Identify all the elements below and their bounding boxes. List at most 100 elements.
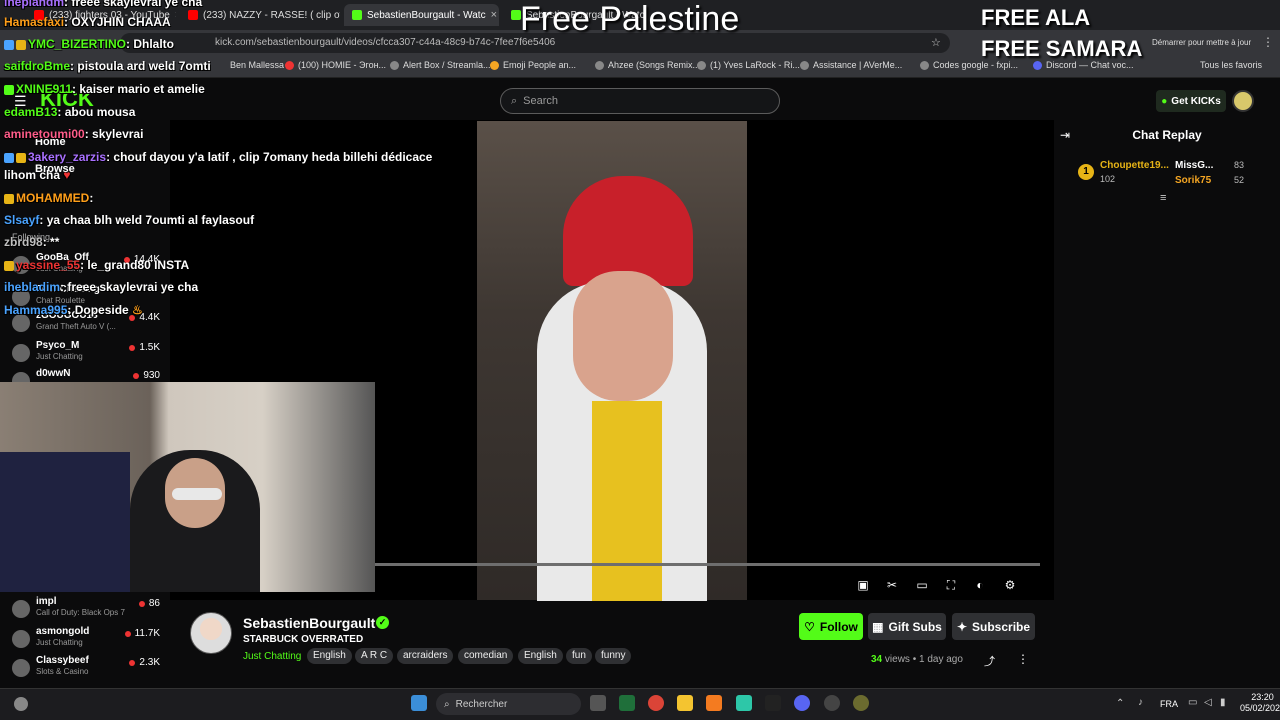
badge-icon: [4, 84, 14, 95]
browser-tab-active[interactable]: SebastienBourgault - Watc ×: [344, 4, 499, 26]
share-icon[interactable]: ⤴: [984, 653, 995, 669]
kick-coin-icon: ●: [1161, 95, 1168, 107]
bookmark[interactable]: (100) HOMIE - Эгон...: [285, 60, 386, 70]
category-link[interactable]: Just Chatting: [243, 651, 301, 662]
tab-label: SebastienBourgault - Watc: [367, 9, 486, 21]
overlay-free-palestine: Free Palestine: [520, 0, 740, 38]
close-icon[interactable]: ×: [175, 9, 176, 21]
chrome-icon[interactable]: [648, 695, 664, 711]
language-indicator[interactable]: FRA: [1160, 699, 1178, 709]
globe-icon: [697, 60, 706, 70]
tag[interactable]: fun: [566, 648, 592, 664]
sidebar-channel[interactable]: Classybeef Slots & Casino 2.3K: [8, 655, 160, 681]
sidebar-channel[interactable]: impl Call of Duty: Black Ops 7 86: [8, 596, 160, 622]
search-icon: ⌕: [511, 94, 518, 107]
windows-start-icon[interactable]: [411, 695, 427, 711]
avatar: [12, 344, 30, 362]
close-icon[interactable]: ×: [491, 9, 497, 21]
badge-icon: [16, 39, 26, 50]
leaderboard-name[interactable]: Choupette19...: [1100, 160, 1169, 171]
network-icon[interactable]: ▭: [1188, 697, 1197, 708]
channel-name: asmongold: [36, 626, 90, 637]
fullscreen-icon[interactable]: ⛶: [944, 578, 958, 592]
globe-icon: [920, 60, 929, 70]
globe-icon: [595, 60, 604, 70]
bookmark[interactable]: Ahzee (Songs Remix...: [595, 60, 700, 70]
emoji-icon: [490, 60, 499, 70]
sidebar-channel[interactable]: Psyco_M Just Chatting 1.5K: [8, 340, 160, 366]
gift-subs-button[interactable]: ▦ Gift Subs: [868, 613, 946, 640]
face: [573, 271, 673, 401]
microphone-icon[interactable]: ♪: [1138, 697, 1143, 708]
clock-time: 23:20: [1251, 692, 1274, 702]
search-placeholder: Search: [523, 95, 559, 107]
app-icon[interactable]: [706, 695, 722, 711]
battery-icon[interactable]: ▮: [1220, 697, 1226, 708]
avatar[interactable]: [190, 612, 232, 654]
expand-icon[interactable]: ≡: [1160, 192, 1166, 204]
tab-label: (233) NAZZY - RASSE! ( clip of...: [203, 9, 340, 21]
tag[interactable]: funny: [595, 648, 632, 664]
avatar: [12, 600, 30, 618]
leaderboard-name[interactable]: MissG...: [1175, 160, 1213, 171]
tag[interactable]: A R C: [355, 648, 394, 664]
tag[interactable]: arcraiders: [397, 648, 454, 664]
tag[interactable]: English: [518, 648, 563, 664]
bookmark[interactable]: Assistance | AVerMe...: [800, 60, 902, 70]
menu-icon[interactable]: ⋮: [1262, 35, 1274, 49]
task-view-icon[interactable]: [590, 695, 606, 711]
obs-icon[interactable]: [824, 695, 840, 711]
sidebar-channel[interactable]: d0wwN 930: [8, 368, 160, 382]
badge-icon: [4, 260, 14, 271]
more-icon[interactable]: ⋮: [1017, 652, 1029, 666]
video-progress-bar[interactable]: [375, 563, 1040, 566]
views-info: 34 views • 1 day ago: [871, 654, 963, 665]
leaderboard-count: 52: [1234, 175, 1245, 185]
chevron-up-icon[interactable]: ⌃: [1116, 698, 1124, 709]
file-explorer-icon[interactable]: [677, 695, 693, 711]
speed-icon[interactable]: ◐: [973, 578, 987, 592]
stream-title: STARBUCK OVERRATED: [243, 634, 364, 645]
bookmark[interactable]: Alert Box / Streamla...: [390, 60, 491, 70]
weather-icon[interactable]: [14, 697, 28, 711]
taskbar-clock[interactable]: 23:20 05/02/2026: [1240, 692, 1280, 714]
channel-name[interactable]: SebastienBourgault: [243, 615, 375, 631]
theater-icon[interactable]: ▭: [915, 578, 929, 592]
update-text[interactable]: Démarrer pour mettre à jour: [1152, 38, 1251, 47]
subscribe-button[interactable]: ✦ Subscribe: [952, 613, 1035, 640]
follow-button[interactable]: ♡ Follow: [799, 613, 863, 640]
tag[interactable]: comedian: [458, 648, 514, 664]
app-icon[interactable]: [619, 695, 635, 711]
all-bookmarks[interactable]: Tous les favoris: [1200, 60, 1262, 70]
red-beanie: [563, 176, 693, 286]
badge-icon: [4, 193, 14, 204]
clip-icon[interactable]: ✂: [885, 578, 899, 592]
browser-tab[interactable]: (233) NAZZY - RASSE! ( clip of... ×: [180, 4, 340, 26]
miniplayer-icon[interactable]: ▣: [856, 578, 870, 592]
discord-icon[interactable]: [794, 695, 810, 711]
app-icon[interactable]: [736, 695, 752, 711]
video-age: 1 day ago: [918, 654, 963, 665]
channel-category: Just Chatting: [36, 638, 83, 647]
search-input[interactable]: ⌕ Search: [500, 88, 780, 114]
volume-icon[interactable]: ◁: [1204, 697, 1212, 708]
app-icon[interactable]: [765, 695, 781, 711]
app-icon[interactable]: [853, 695, 869, 711]
channel-category: Grand Theft Auto V (...: [36, 322, 116, 331]
overlay-free-ala: FREE ALA: [981, 5, 1091, 30]
fire-icon: ♨: [128, 303, 143, 317]
taskbar-search[interactable]: ⌕ Rechercher: [436, 693, 581, 715]
youtube-icon: [188, 10, 198, 20]
settings-icon[interactable]: ⚙: [1003, 578, 1017, 592]
bookmark[interactable]: (1) Yves LaRock - Ri...: [697, 60, 800, 70]
leaderboard-name[interactable]: Sorik75: [1175, 175, 1211, 186]
star-icon[interactable]: ☆: [931, 36, 941, 49]
tag[interactable]: English: [307, 648, 352, 664]
bookmark[interactable]: Ben Mallessa: [230, 60, 284, 70]
overlay-chat-message: edamB13: abou mousa: [4, 105, 136, 119]
get-kicks-button[interactable]: ● Get KICKs: [1156, 90, 1226, 112]
bookmark[interactable]: Emoji People an...: [490, 60, 576, 70]
avatar[interactable]: [1232, 90, 1254, 112]
overlay-chat-message: yassine_55: le_grand80 INSTA: [4, 258, 189, 272]
sidebar-channel[interactable]: asmongold Just Chatting 11.7K: [8, 626, 160, 652]
